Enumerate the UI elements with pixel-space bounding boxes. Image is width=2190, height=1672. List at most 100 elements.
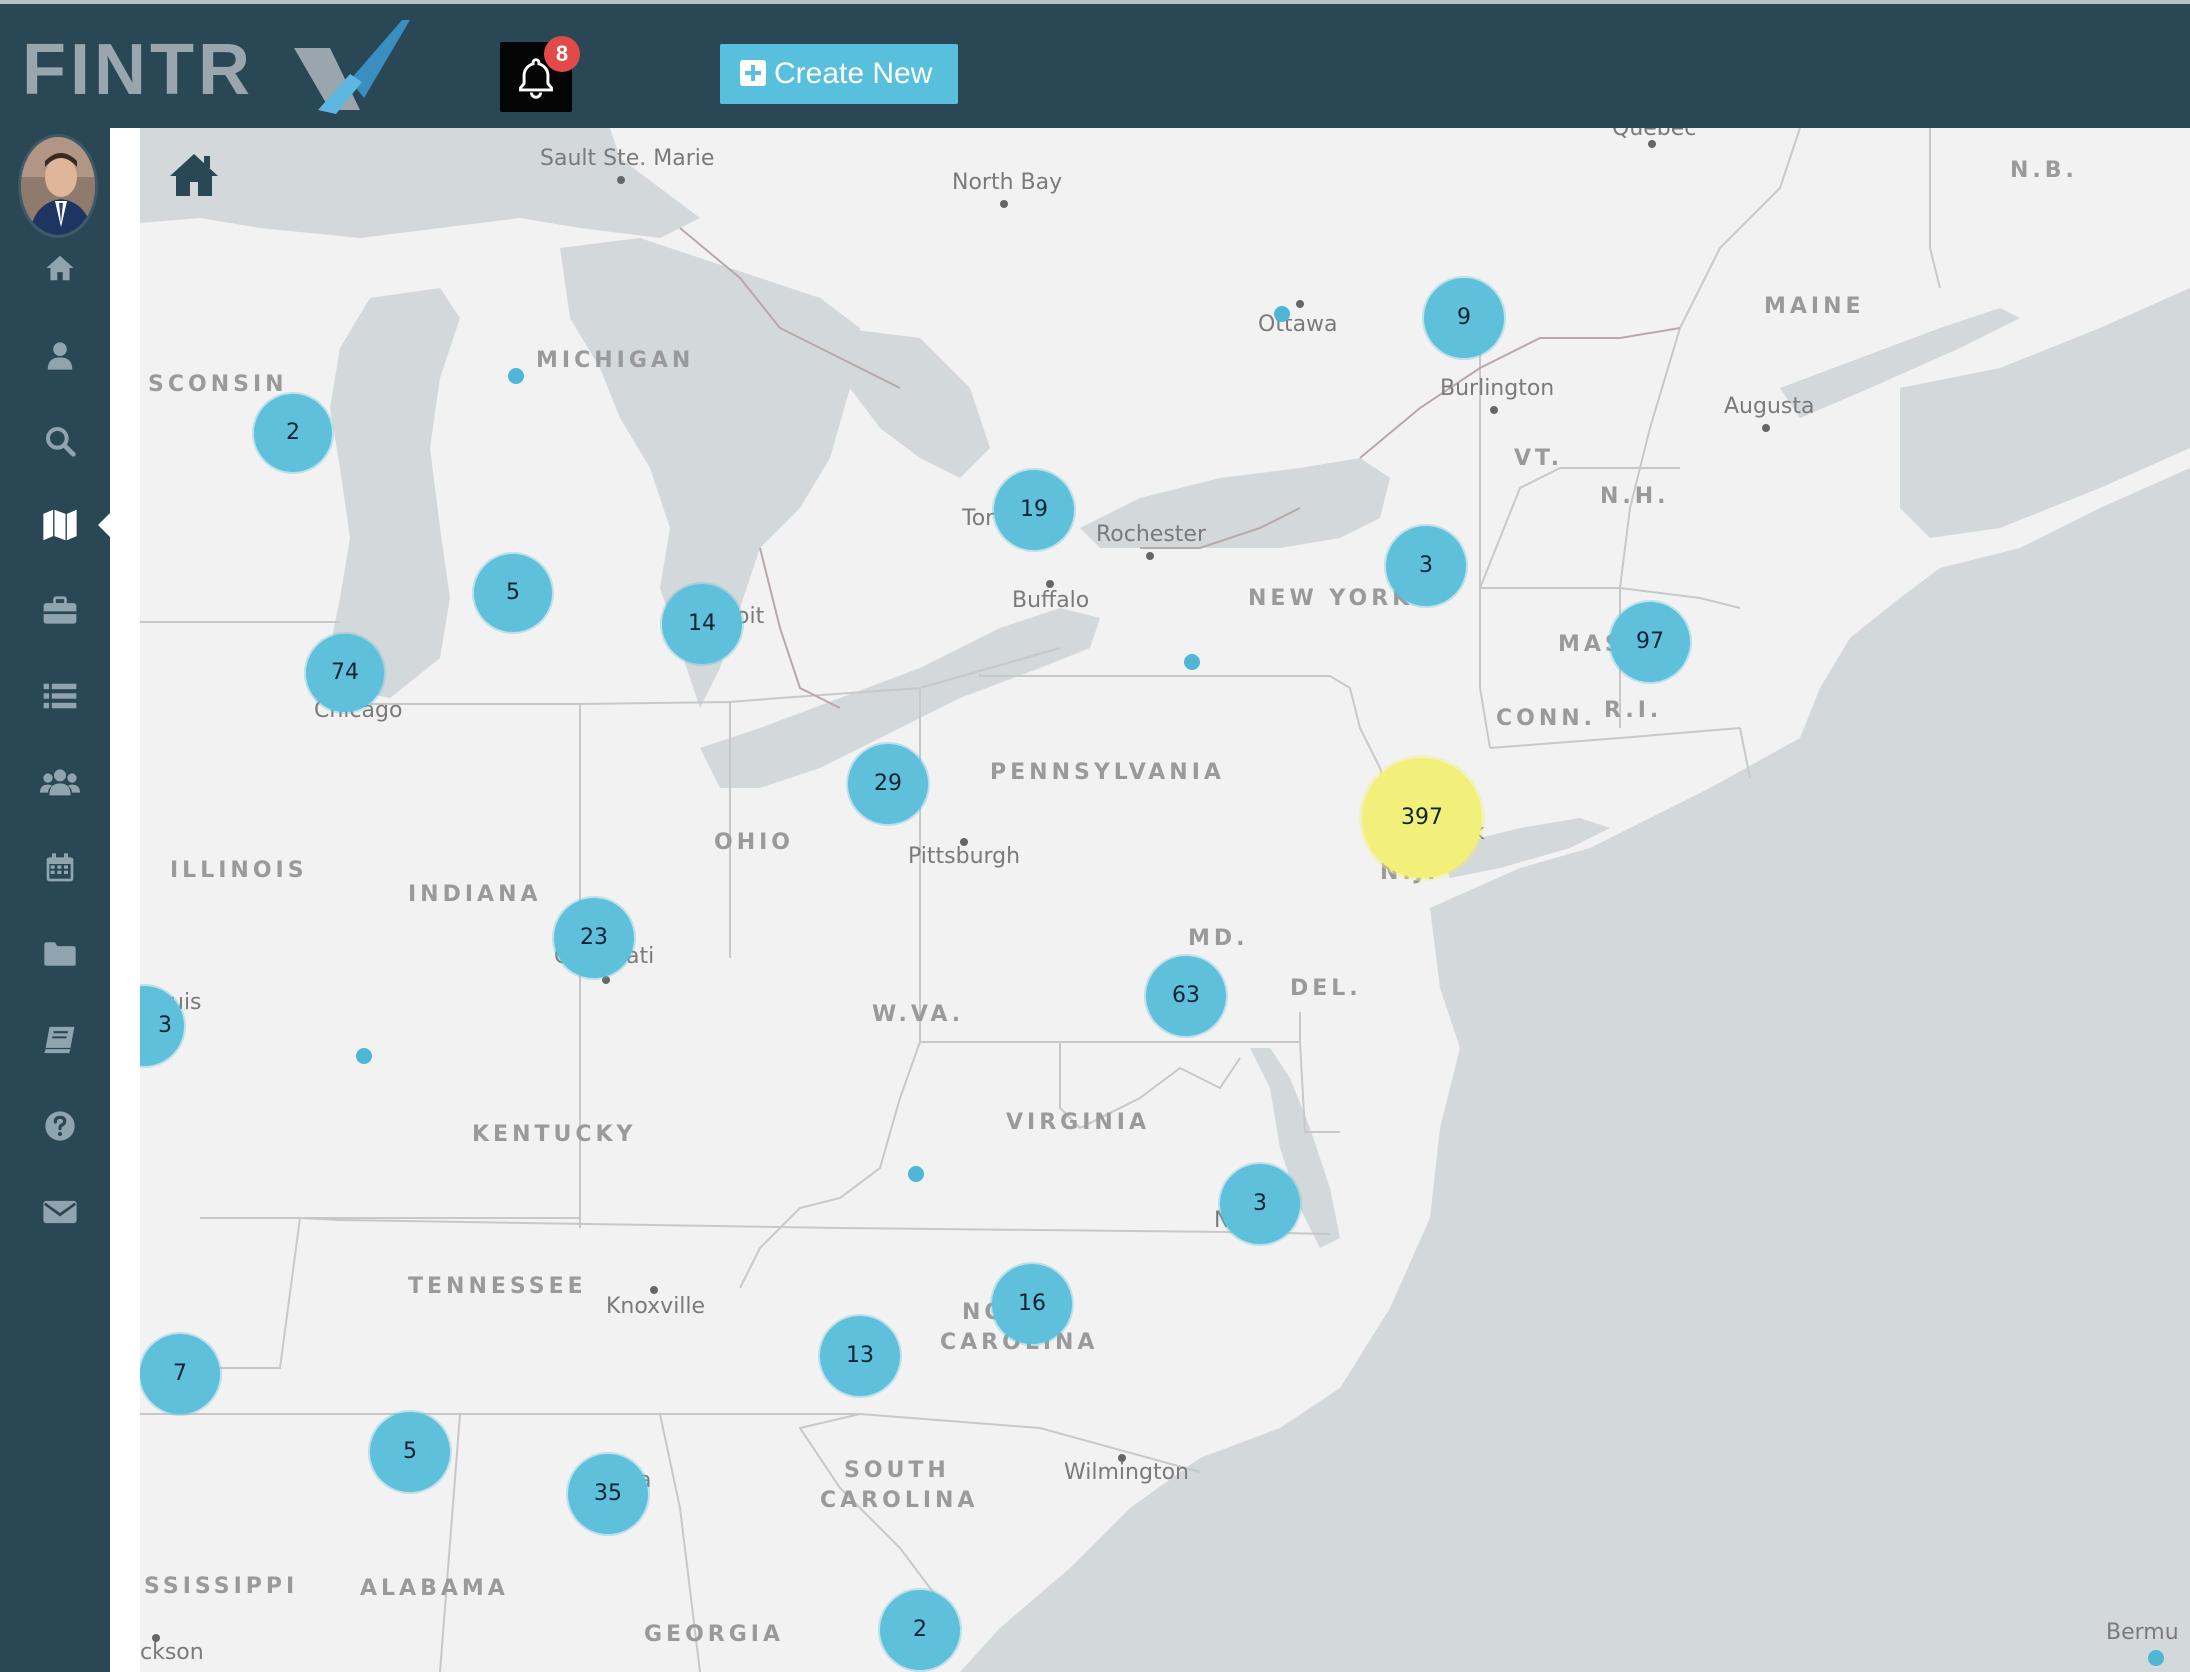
location-marker[interactable] [356, 1048, 372, 1064]
sidebar-item-calendar[interactable] [30, 840, 90, 896]
cluster-marker[interactable]: 9 [1424, 278, 1504, 358]
city-dot-quebec [1648, 140, 1656, 148]
location-marker[interactable] [1274, 306, 1290, 322]
folder-icon [44, 942, 76, 966]
users-icon [40, 769, 80, 796]
cluster-marker[interactable]: 3 [1386, 526, 1466, 606]
state-label-pennsylvania: PENNSYLVANIA [990, 760, 1225, 785]
logo-text: FINTR [22, 30, 254, 110]
state-label-south: SOUTH [844, 1458, 950, 1483]
city-label-knoxville: Knoxville [606, 1294, 706, 1319]
cluster-marker[interactable]: 2 [254, 394, 332, 472]
cluster-marker[interactable]: 5 [474, 554, 552, 632]
cluster-marker[interactable]: 3 [1220, 1164, 1300, 1244]
cluster-marker[interactable]: 97 [1610, 602, 1690, 682]
sidebar-item-help[interactable] [30, 1098, 90, 1154]
cluster-marker[interactable]: 7 [140, 1334, 220, 1414]
state-label-delaware: DEL. [1290, 976, 1362, 1001]
book-icon [44, 1026, 75, 1054]
sidebar-item-home[interactable] [30, 240, 90, 296]
city-label-buffalo: Buffalo [1012, 588, 1090, 613]
state-label-illinois: ILLINOIS [170, 858, 308, 883]
cluster-marker[interactable]: 63 [1146, 956, 1226, 1036]
location-marker[interactable] [2148, 1650, 2164, 1666]
sidebar-item-messages[interactable] [30, 1184, 90, 1240]
app-window: FINTR 8 Create New SCONSIN MICHIGAN ILLI… [0, 0, 2190, 1672]
search-icon [46, 427, 76, 457]
avatar[interactable] [18, 134, 98, 238]
cluster-marker-large[interactable]: 397 [1362, 758, 1482, 878]
state-label-maine: MAINE [1764, 294, 1865, 319]
cluster-marker[interactable]: 16 [992, 1264, 1072, 1344]
sidebar-gutter [110, 128, 140, 1672]
state-label-mississippi: SSISSIPPI [144, 1574, 299, 1599]
envelope-icon [43, 1200, 77, 1224]
city-dot-north-bay [1000, 200, 1008, 208]
city-label-bermuda: Bermu [2106, 1620, 2179, 1645]
sidebar-item-lists[interactable] [30, 668, 90, 724]
cluster-marker[interactable]: 74 [306, 634, 384, 712]
state-label-new-hampshire: N.H. [1600, 484, 1670, 509]
map-icon [43, 509, 77, 541]
city-dot-sault-ste-marie [617, 176, 625, 184]
cluster-marker[interactable]: 5 [370, 1412, 450, 1492]
state-label-west-virginia: W.VA. [872, 1002, 965, 1027]
map-view[interactable]: SCONSIN MICHIGAN ILLINOIS INDIANA OHIO P… [140, 128, 2190, 1672]
city-label-burlington: Burlington [1440, 376, 1555, 401]
cluster-marker[interactable]: 19 [994, 470, 1074, 550]
city-dot-ottawa [1296, 300, 1304, 308]
city-label-wilmington: Wilmington [1064, 1460, 1189, 1485]
sidebar-item-files[interactable] [30, 926, 90, 982]
city-dot-knoxville [650, 1286, 658, 1294]
user-icon [47, 342, 73, 370]
location-marker[interactable] [1184, 654, 1200, 670]
logo-x-icon [294, 20, 410, 114]
cluster-marker[interactable]: 13 [820, 1316, 900, 1396]
state-label-georgia: GEORGIA [644, 1622, 784, 1647]
city-label-pittsburgh: Pittsburgh [908, 844, 1021, 869]
state-label-maryland: MD. [1188, 926, 1249, 951]
calendar-icon [46, 853, 74, 882]
state-label-virginia: VIRGINIA [1006, 1110, 1151, 1135]
plus-icon [740, 60, 766, 86]
create-new-label: Create New [774, 57, 933, 90]
city-label-rochester: Rochester [1096, 522, 1206, 547]
sidebar-item-contacts[interactable] [30, 328, 90, 384]
location-marker[interactable] [908, 1166, 924, 1182]
state-label-south-carolina: CAROLINA [820, 1488, 979, 1513]
city-dot-augusta [1762, 424, 1770, 432]
state-label-new-york: NEW YORK [1248, 586, 1414, 611]
fintrx-logo[interactable]: FINTR [22, 18, 410, 120]
cluster-marker[interactable]: 2 [880, 1590, 960, 1670]
state-label-rhode-island: R.I. [1604, 698, 1663, 723]
home-icon [46, 255, 74, 281]
sidebar-item-map[interactable] [30, 497, 90, 553]
state-label-michigan: MICHIGAN [536, 348, 695, 373]
province-label-new-brunswick: N.B. [2010, 158, 2078, 183]
location-marker[interactable] [508, 368, 524, 384]
city-dot-burlington [1490, 406, 1498, 414]
sidebar-item-search[interactable] [30, 413, 90, 469]
city-label-augusta: Augusta [1724, 394, 1815, 419]
state-label-connecticut: CONN. [1496, 706, 1597, 731]
cluster-marker[interactable]: 23 [554, 898, 634, 978]
city-label-ottawa: Ottawa [1258, 312, 1338, 337]
cluster-marker[interactable]: 35 [568, 1454, 648, 1534]
notifications-badge[interactable]: 8 [544, 36, 580, 72]
cluster-marker[interactable]: 14 [662, 584, 742, 664]
city-label-jackson: ckson [140, 1640, 204, 1665]
top-bar: FINTR 8 Create New [0, 0, 2190, 128]
city-dot-cincinnati [602, 976, 610, 984]
sidebar-item-briefcase[interactable] [30, 582, 90, 638]
create-new-button[interactable]: Create New [720, 44, 958, 104]
city-dot-buffalo [1046, 580, 1054, 588]
city-label-sault-ste-marie: Sault Ste. Marie [540, 146, 715, 171]
state-label-wisconsin: SCONSIN [148, 372, 288, 397]
sidebar-item-teams[interactable] [30, 754, 90, 810]
home-icon [170, 154, 218, 196]
sidebar-item-resources[interactable] [30, 1012, 90, 1068]
state-label-kentucky: KENTUCKY [472, 1122, 637, 1147]
state-label-alabama: ALABAMA [360, 1576, 509, 1601]
cluster-marker[interactable]: 29 [848, 744, 928, 824]
map-reset-view-button[interactable] [166, 150, 222, 200]
